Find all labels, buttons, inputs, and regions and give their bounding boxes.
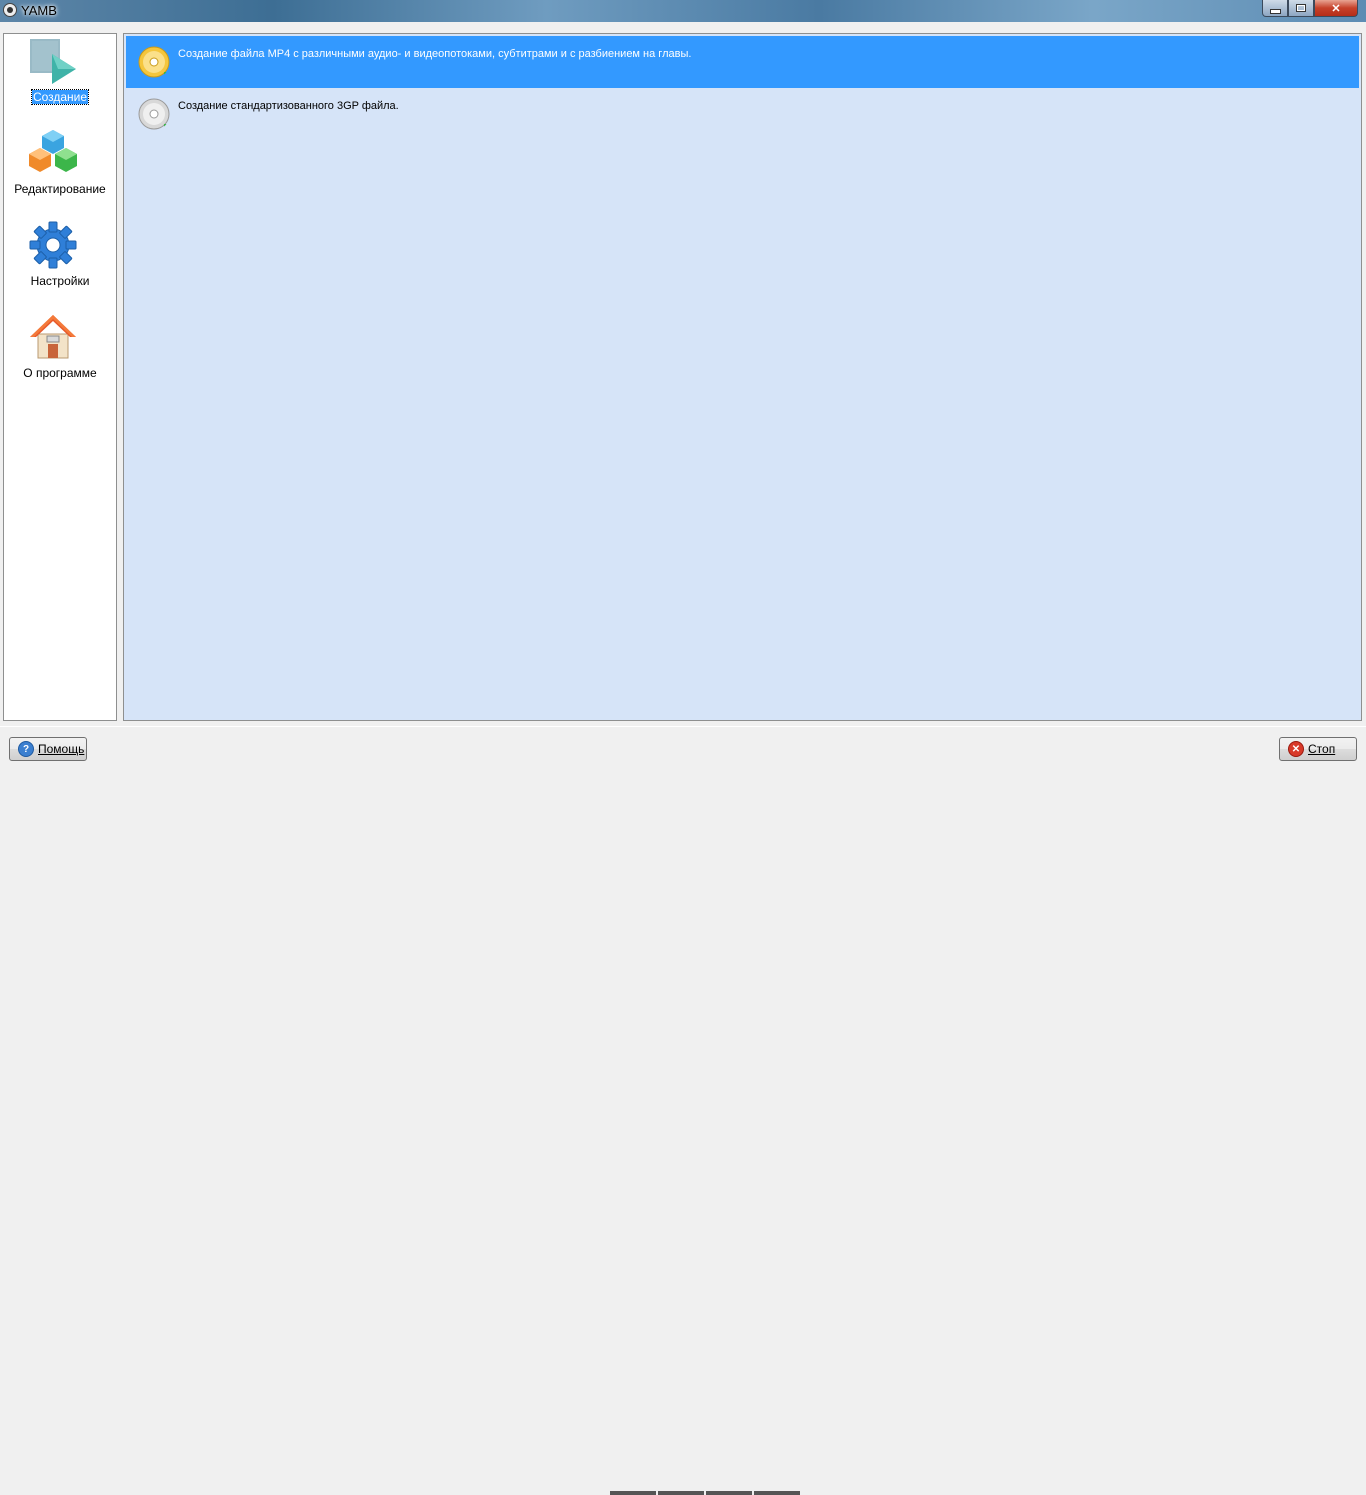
yamb-app-icon[interactable] bbox=[3, 3, 17, 17]
sidebar-item-settings[interactable]: Настройки bbox=[4, 218, 116, 293]
gear-icon bbox=[29, 221, 77, 269]
help-button[interactable]: ? Помощь bbox=[9, 737, 87, 761]
sidebar-item-label: Редактирование bbox=[14, 182, 106, 196]
gold-disc-icon bbox=[138, 46, 170, 78]
sidebar-item-label: Настройки bbox=[30, 274, 90, 288]
help-button-label: Помощь bbox=[38, 742, 85, 756]
window-controls: ✕ bbox=[1262, 0, 1358, 18]
bottom-bar: ? Помощь ✕ Стоп bbox=[0, 726, 1366, 1495]
stop-icon: ✕ bbox=[1288, 741, 1304, 757]
house-icon bbox=[30, 315, 76, 359]
window-title: YAMB bbox=[21, 3, 57, 18]
help-icon: ? bbox=[18, 741, 34, 757]
task-create-3gp[interactable]: Создание стандартизованного 3GP файла. bbox=[126, 88, 1359, 140]
silver-disc-icon bbox=[138, 98, 170, 130]
task-create-mp4[interactable]: Создание файла MP4 с различными аудио- и… bbox=[126, 36, 1359, 88]
cubes-icon bbox=[29, 130, 77, 172]
create-icon bbox=[30, 39, 76, 84]
task-description: Создание стандартизованного 3GP файла. bbox=[178, 100, 399, 112]
sidebar-item-label: Создание bbox=[30, 89, 90, 105]
minimize-icon bbox=[1269, 8, 1281, 14]
restore-icon bbox=[1296, 4, 1306, 12]
stop-button-label: Стоп bbox=[1308, 742, 1336, 756]
sidebar-item-edit[interactable]: Редактирование bbox=[4, 126, 116, 201]
sidebar-item-label: О программе bbox=[23, 366, 97, 380]
title-bar: YAMB ✕ bbox=[0, 0, 1366, 22]
restore-button[interactable] bbox=[1288, 0, 1314, 17]
sidebar-item-create[interactable]: Создание bbox=[4, 34, 116, 109]
stop-button[interactable]: ✕ Стоп bbox=[1279, 737, 1357, 761]
taskbar-strip bbox=[610, 1491, 800, 1495]
sidebar-item-about[interactable]: О программе bbox=[4, 310, 116, 385]
task-description: Создание файла MP4 с различными аудио- и… bbox=[178, 48, 692, 60]
task-list: Создание файла MP4 с различными аудио- и… bbox=[123, 33, 1362, 721]
close-button[interactable]: ✕ bbox=[1314, 0, 1358, 17]
sidebar: Создание Редактирование Настройки О прог… bbox=[3, 33, 117, 721]
minimize-button[interactable] bbox=[1262, 0, 1288, 17]
close-icon: ✕ bbox=[1331, 2, 1341, 15]
